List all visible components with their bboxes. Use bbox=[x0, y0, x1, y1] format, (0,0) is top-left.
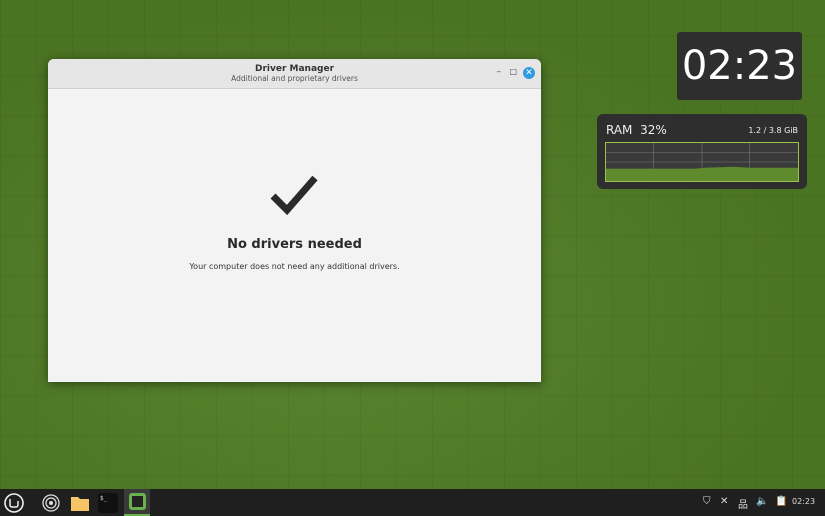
close-button[interactable]: ✕ bbox=[523, 67, 535, 79]
driver-manager-task[interactable] bbox=[124, 489, 150, 516]
title-bar[interactable]: Driver Manager Additional and proprietar… bbox=[48, 59, 541, 89]
ram-label: RAM bbox=[606, 123, 633, 137]
taskbar-clock[interactable]: 02:23 bbox=[792, 497, 815, 506]
ram-graph bbox=[605, 142, 799, 182]
ram-usage: 1.2 / 3.8 GiB bbox=[748, 126, 798, 135]
volume-icon[interactable]: 🔈 bbox=[756, 496, 768, 507]
files-icon[interactable] bbox=[70, 493, 90, 513]
ram-desklet: RAM 32% 1.2 / 3.8 GiB bbox=[597, 114, 807, 189]
terminal-icon[interactable]: $_ bbox=[98, 493, 118, 513]
clipboard-icon[interactable]: 📋 bbox=[775, 496, 787, 507]
network-icon[interactable]: 品 bbox=[738, 496, 748, 511]
maximize-button[interactable]: □ bbox=[509, 67, 517, 76]
minimize-button[interactable]: – bbox=[497, 67, 502, 77]
driver-manager-window: Driver Manager Additional and proprietar… bbox=[48, 59, 541, 382]
clock-desklet: 02:23 bbox=[677, 32, 802, 100]
update-shield-icon[interactable]: ⛉ bbox=[703, 496, 711, 507]
show-desktop-icon[interactable] bbox=[41, 493, 61, 513]
window-subtitle: Additional and proprietary drivers bbox=[231, 74, 358, 83]
window-title: Driver Manager bbox=[254, 64, 335, 74]
bluetooth-icon[interactable]: ✕ bbox=[720, 496, 728, 507]
checkmark-icon bbox=[270, 175, 318, 216]
driver-manager-icon bbox=[128, 493, 146, 510]
ram-percent: 32% bbox=[640, 123, 667, 137]
status-message: Your computer does not need any addition… bbox=[189, 262, 400, 271]
taskbar: $_ ⛉ ✕ 品 🔈 📋 02:23 bbox=[0, 489, 825, 516]
status-heading: No drivers needed bbox=[227, 237, 362, 252]
mint-menu-icon[interactable] bbox=[4, 493, 24, 513]
